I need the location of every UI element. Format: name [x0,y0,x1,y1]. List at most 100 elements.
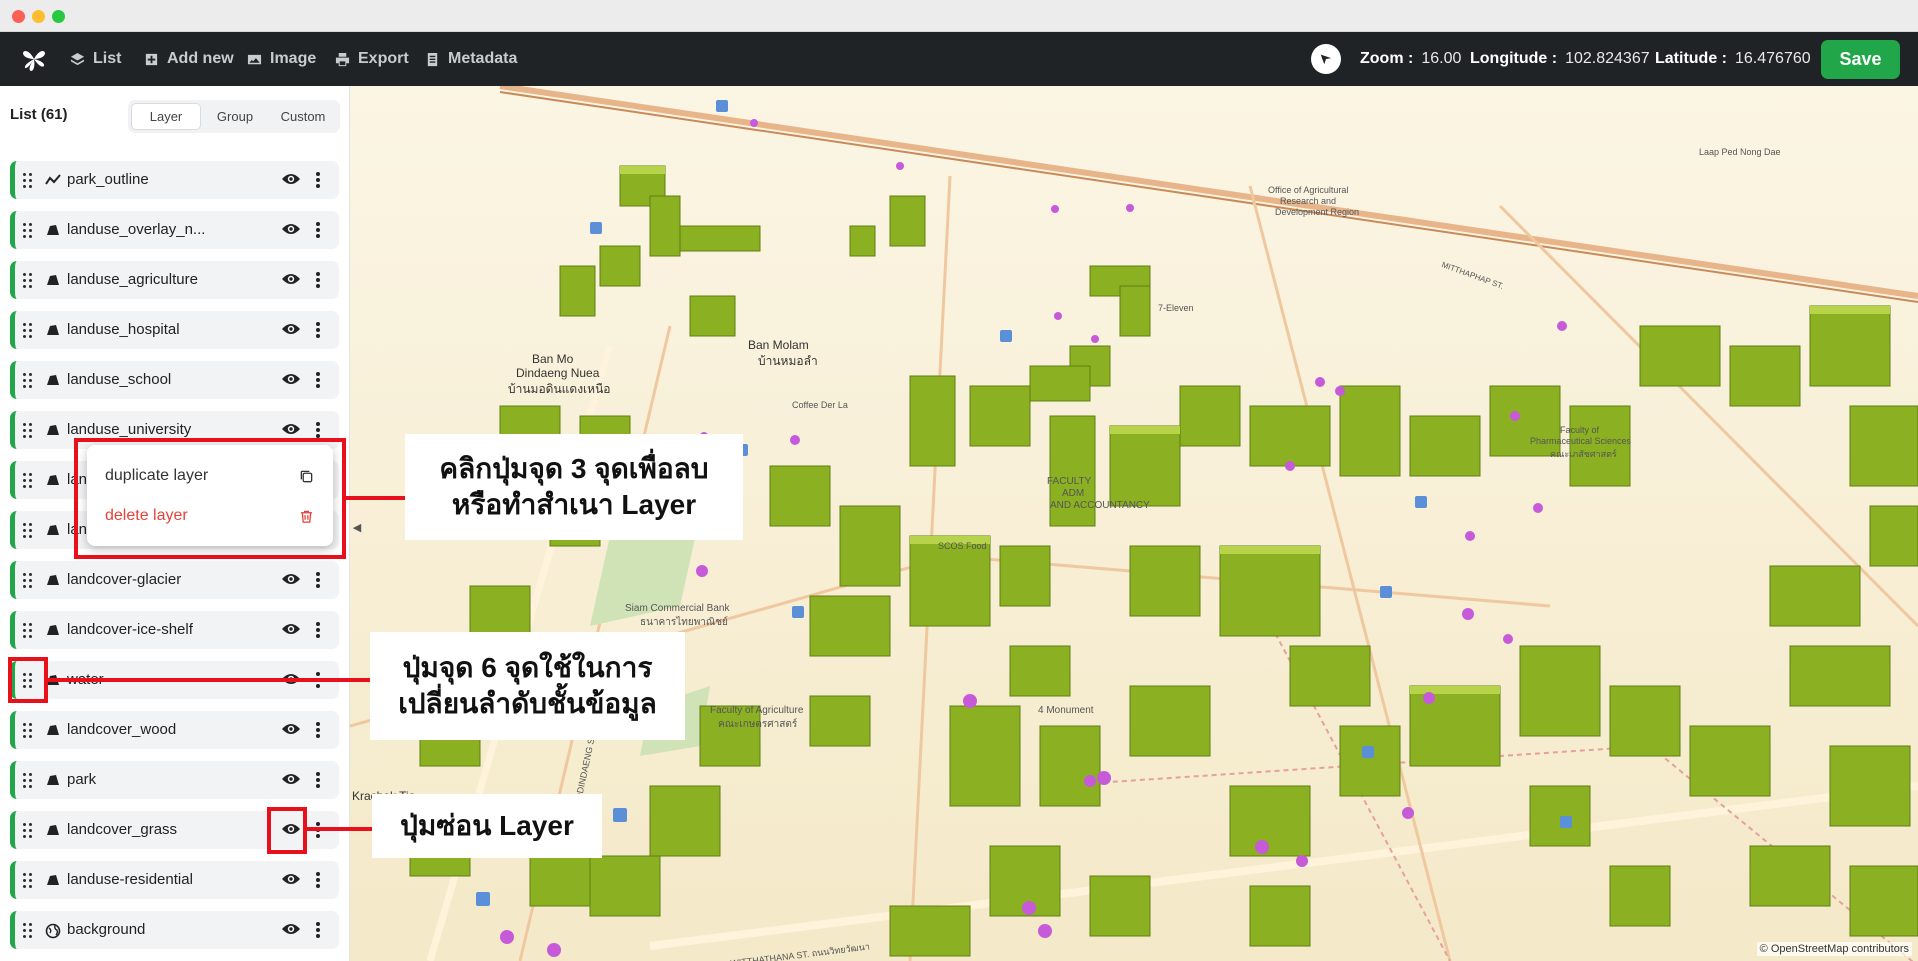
latitude-label: Latitude : [1655,50,1727,67]
layer-row[interactable]: landuse_overlay_n... [10,211,339,249]
map-label: Dindaeng Nuea [516,366,600,380]
eye-icon[interactable] [281,922,301,938]
tab-custom[interactable]: Custom [269,103,337,130]
layer-row[interactable]: landcover_wood [10,711,339,749]
drag-handle-callout: ปุ่มจุด 6 จุดใช้ในการ เปลี่ยนลำดับชั้นข้… [370,632,685,740]
map-label: Ban Mo [532,352,574,366]
map-attribution[interactable]: © OpenStreetMap contributors [1756,942,1912,956]
fill-layer-icon [45,873,61,887]
minimize-window-button[interactable] [32,10,45,23]
zoom-value: 16.00 [1421,50,1462,67]
more-options-icon[interactable] [315,921,321,939]
compass-button[interactable] [1311,44,1341,74]
eye-icon[interactable] [281,572,301,588]
context-menu-callout: คลิกปุ่มจุด 3 จุดเพื่อลบ หรือทำสำเนา Lay… [405,434,743,540]
layer-row[interactable]: landcover-ice-shelf [10,611,339,649]
fill-layer-icon [45,323,61,337]
leaf-logo-icon[interactable] [20,32,48,86]
list-menu-label: List [93,50,122,67]
drag-handle-icon[interactable] [23,823,33,838]
drag-handle-icon[interactable] [23,873,33,888]
drag-handle-icon[interactable] [23,223,33,238]
map-label: คณะเกษตรศาสตร์ [718,719,798,730]
line-layer-icon [45,173,61,187]
eye-icon[interactable] [281,322,301,338]
map-label: คณะเภสัชศาสตร์ [1550,449,1617,459]
fill-layer-icon [45,773,61,787]
eye-icon[interactable] [281,872,301,888]
list-menu-button[interactable]: List [70,32,121,86]
window-titlebar [0,0,1918,32]
drag-handle-icon[interactable] [23,773,33,788]
more-options-icon[interactable] [315,571,321,589]
map-label: 7-Eleven [1158,303,1194,313]
visibility-callout-line [307,827,372,831]
fill-layer-icon [45,723,61,737]
layer-row[interactable]: landcover-glacier [10,561,339,599]
latitude-readout: Latitude : 16.476760 [1655,32,1811,86]
layer-row[interactable]: park_outline [10,161,339,199]
layers-icon [70,52,85,65]
more-options-icon[interactable] [315,621,321,639]
eye-icon[interactable] [281,272,301,288]
layer-row[interactable]: park [10,761,339,799]
eye-icon[interactable] [281,622,301,638]
layer-name: background [67,921,146,938]
more-options-icon[interactable] [315,371,321,389]
drag-handle-icon[interactable] [23,173,33,188]
image-label: Image [270,50,317,67]
more-options-icon[interactable] [315,421,321,439]
layer-row[interactable]: landuse-residential [10,861,339,899]
layer-row[interactable]: landuse_agriculture [10,261,339,299]
fill-layer-icon [45,473,61,487]
drag-handle-icon[interactable] [23,523,33,538]
more-options-icon[interactable] [315,221,321,239]
layer-row[interactable]: background [10,911,339,949]
drag-handle-icon[interactable] [23,723,33,738]
visibility-callout: ปุ่มซ่อน Layer [372,794,602,858]
image-button[interactable]: Image [247,32,316,86]
more-options-icon[interactable] [315,321,321,339]
collapse-sidebar-button[interactable]: ◀ [350,515,364,539]
eye-icon[interactable] [281,222,301,238]
document-icon [427,52,438,66]
more-options-icon[interactable] [315,771,321,789]
layer-name: landuse_school [67,371,172,388]
metadata-button[interactable]: Metadata [425,32,517,86]
more-options-icon[interactable] [315,871,321,889]
drag-handle-icon[interactable] [23,273,33,288]
more-options-icon[interactable] [315,271,321,289]
layer-row[interactable]: landuse_hospital [10,311,339,349]
more-options-icon[interactable] [315,171,321,189]
tab-group[interactable]: Group [201,103,269,130]
export-button[interactable]: Export [335,32,409,86]
tab-layer[interactable]: Layer [131,103,201,130]
drag-handle-icon[interactable] [23,573,33,588]
drag-handle-icon[interactable] [23,423,33,438]
context-menu-highlight-box [74,438,346,559]
drag-handle-callout-line1: ปุ่มจุด 6 จุดใช้ในการ [402,652,653,683]
visibility-callout-line1: ปุ่มซ่อน Layer [400,810,574,841]
layer-row[interactable]: landuse_school [10,361,339,399]
close-window-button[interactable] [12,10,25,23]
eye-icon[interactable] [281,772,301,788]
eye-icon[interactable] [281,172,301,188]
add-new-button[interactable]: Add new [144,32,234,86]
save-button[interactable]: Save [1821,40,1900,79]
drag-handle-icon[interactable] [23,623,33,638]
layer-name: park [67,771,97,788]
maximize-window-button[interactable] [52,10,65,23]
more-options-icon[interactable] [315,721,321,739]
drag-handle-icon[interactable] [23,473,33,488]
eye-icon[interactable] [281,722,301,738]
drag-handle-callout-line2: เปลี่ยนลำดับชั้นข้อมูล [398,688,657,719]
layer-name: landcover-ice-shelf [67,621,193,638]
drag-handle-icon[interactable] [23,923,33,938]
plus-square-icon [145,53,158,65]
drag-handle-icon[interactable] [23,373,33,388]
map-label: Siam Commercial Bank [625,603,730,614]
eye-icon[interactable] [281,422,301,438]
context-menu-callout-line2: หรือทำสำเนา Layer [451,489,697,520]
drag-handle-icon[interactable] [23,323,33,338]
eye-icon[interactable] [281,372,301,388]
